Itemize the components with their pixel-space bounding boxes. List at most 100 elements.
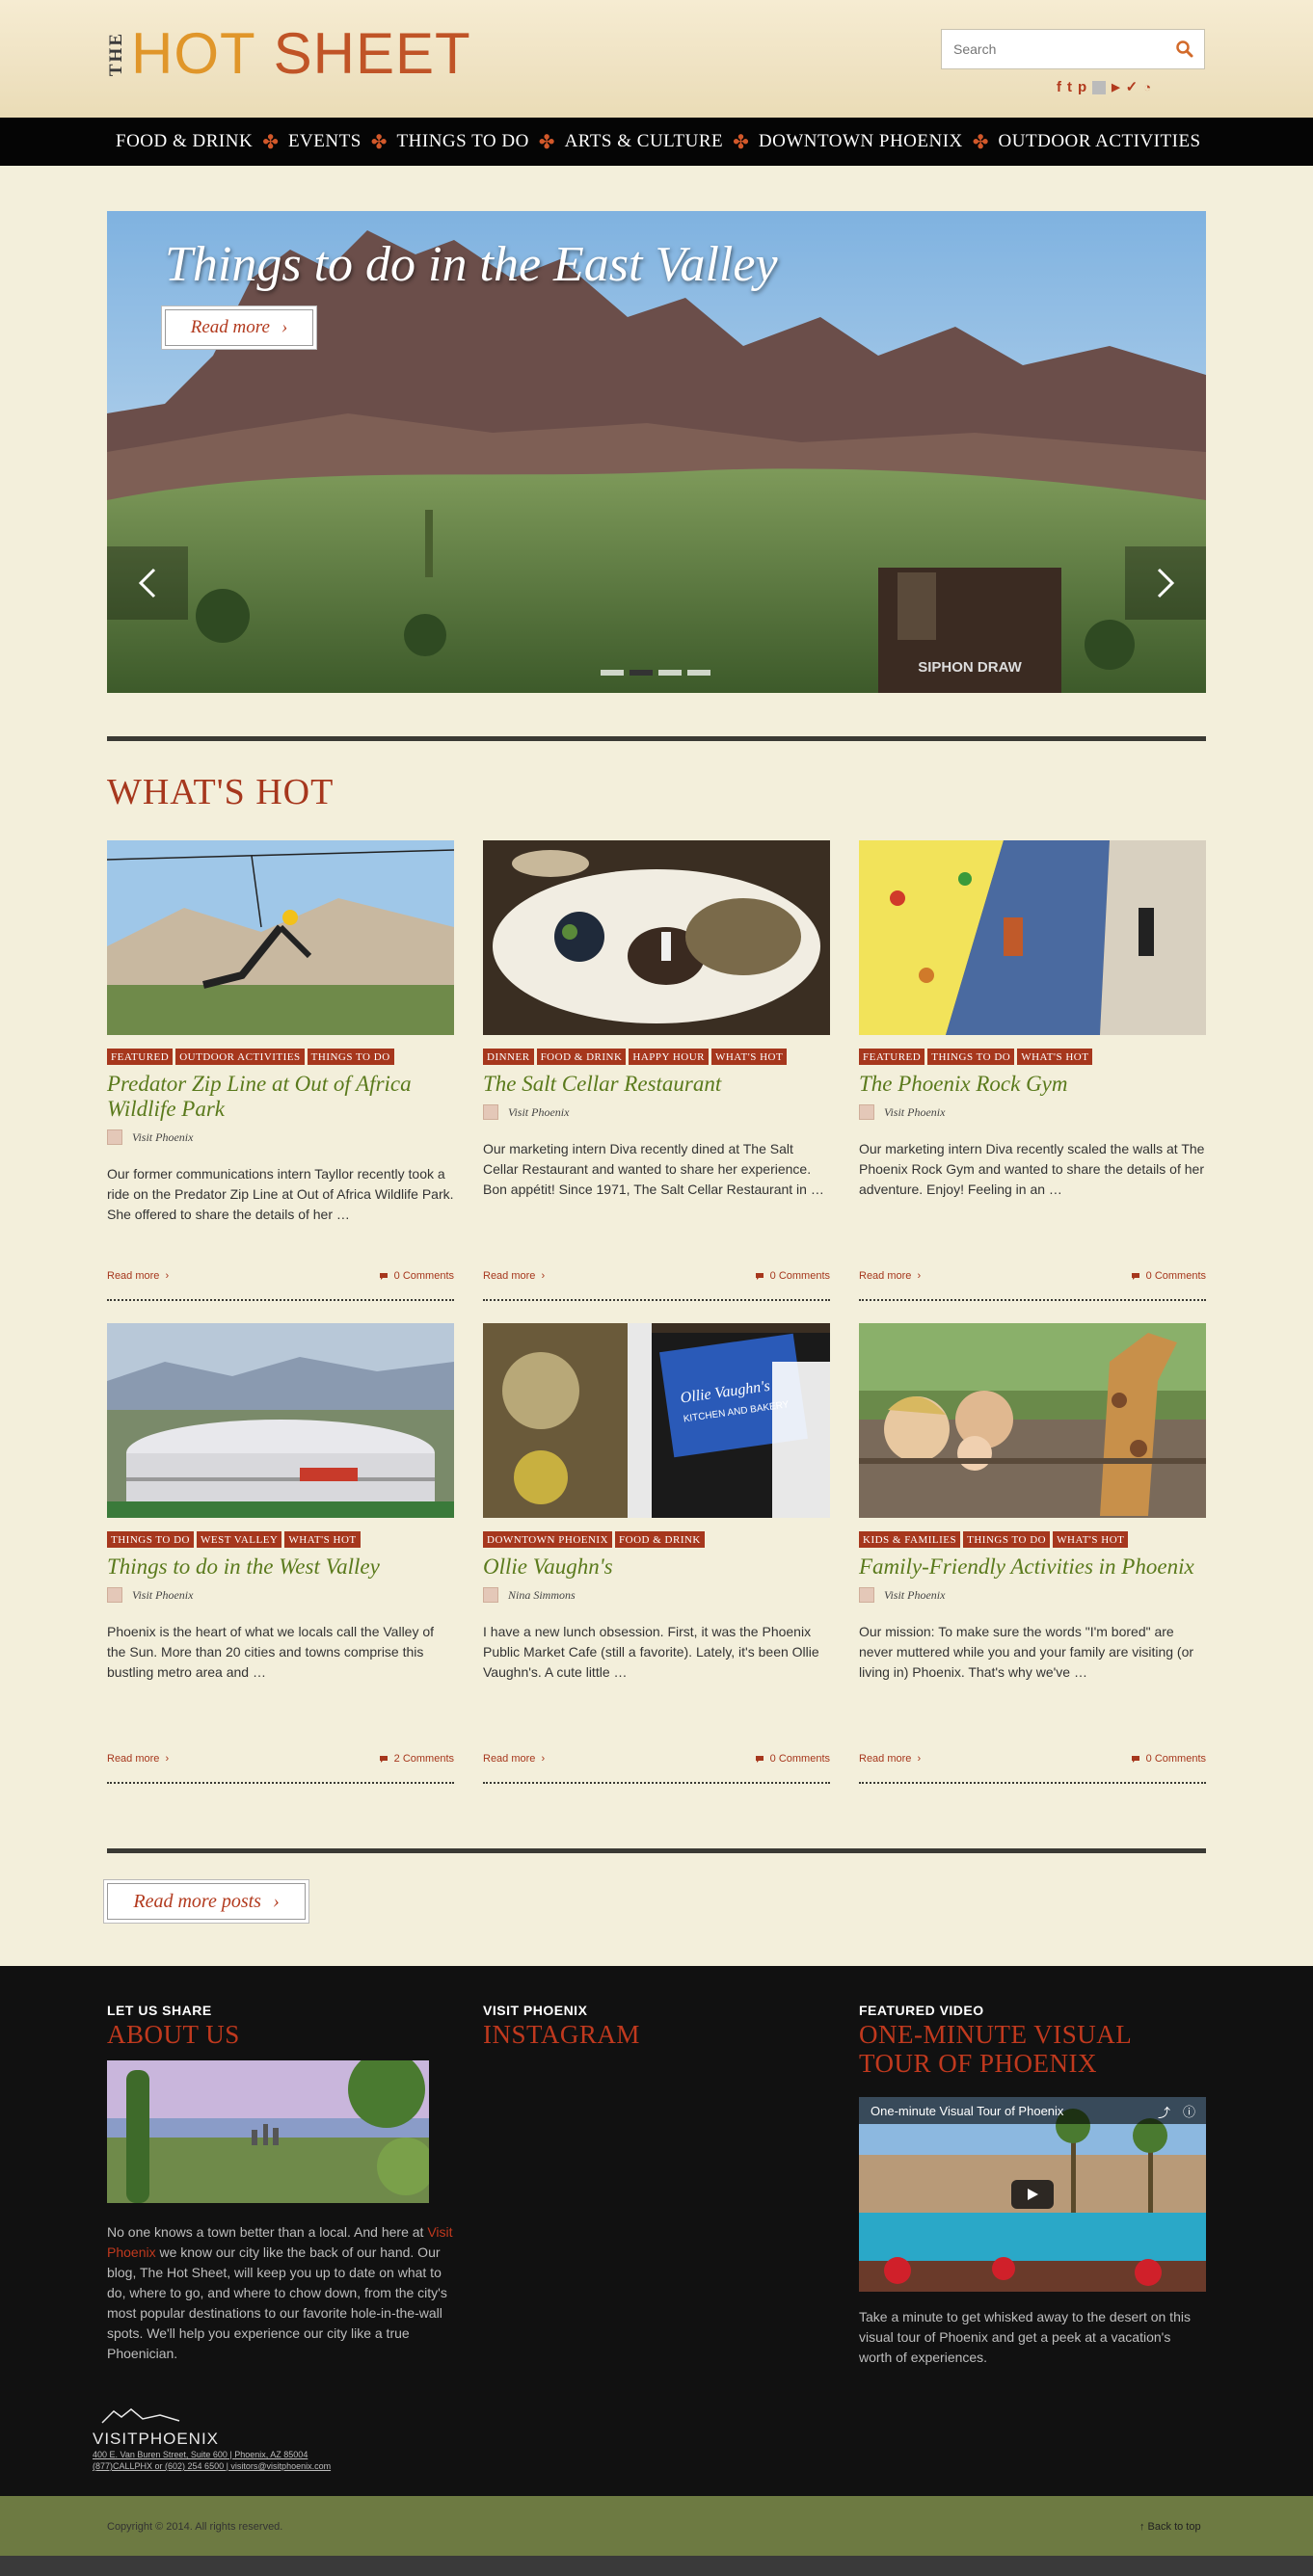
search-icon[interactable] [1166,30,1204,68]
post-tag[interactable]: DINNER [483,1049,534,1065]
hero-read-more-button[interactable]: Read more › [165,309,313,346]
nav-item-outdoor-activities[interactable]: OUTDOOR ACTIVITIES [999,131,1201,152]
post-tag[interactable]: DOWNTOWN PHOENIX [483,1531,613,1548]
comments-count: 2 Comments [393,1753,454,1765]
post-thumbnail[interactable] [859,1323,1206,1518]
video-player[interactable]: One-minute Visual Tour of Phoenix ⤴ ⓘ [859,2097,1206,2292]
post-thumbnail[interactable] [107,840,454,1035]
rss-icon[interactable]: ◔ [1143,79,1151,96]
post-tag[interactable]: THINGS TO DO [927,1049,1015,1065]
post-read-more-link[interactable]: Read more › [107,1270,169,1282]
foursquare-icon[interactable]: ✓ [1126,79,1139,96]
post-comments-link[interactable]: 0 Comments [1131,1270,1206,1282]
slider-dot[interactable] [630,670,653,676]
post-excerpt: I have a new lunch obsession. First, it … [483,1624,819,1680]
twitter-icon[interactable]: t [1067,79,1072,96]
post-read-more-link[interactable]: Read more › [483,1270,545,1282]
read-more-posts-button[interactable]: Read more posts › [107,1883,306,1920]
post-title[interactable]: The Phoenix Rock Gym [859,1072,1206,1097]
nav-item-food-drink[interactable]: FOOD & DRINK [116,131,253,152]
post-excerpt: Our mission: To make sure the words "I'm… [859,1624,1194,1680]
post-author-name[interactable]: Visit Phoenix [508,1105,569,1120]
post-tag[interactable]: WHAT'S HOT [1017,1049,1093,1065]
post-comments-link[interactable]: 0 Comments [1131,1753,1206,1765]
post-tag[interactable]: WHAT'S HOT [284,1531,361,1548]
search-input[interactable] [942,30,1166,68]
hero-slider[interactable]: Things to do in the East Valley Read mor… [107,211,1206,693]
read-more-label: Read more [107,1270,160,1282]
info-icon[interactable]: ⓘ [1183,2102,1195,2120]
divider [107,1848,1206,1853]
post-author-name[interactable]: Visit Phoenix [132,1130,193,1145]
back-to-top-link[interactable]: ↑ Back to top [1139,2521,1201,2533]
post-read-more-link[interactable]: Read more › [483,1753,545,1765]
post-tag[interactable]: FOOD & DRINK [615,1531,705,1548]
post-tag[interactable]: THINGS TO DO [107,1531,194,1548]
nav-separator-icon: ✤ [538,131,555,153]
post-read-more-link[interactable]: Read more › [859,1270,921,1282]
post-read-more-link[interactable]: Read more › [107,1753,169,1765]
post-title[interactable]: Things to do in the West Valley [107,1554,454,1580]
post-tag[interactable]: FEATURED [107,1049,174,1065]
slider-next-button[interactable] [1125,546,1206,620]
share-icon[interactable]: ⤴ [1158,2103,1170,2121]
play-button[interactable] [1011,2180,1054,2209]
post-comments-link[interactable]: 0 Comments [755,1270,830,1282]
post-author-name[interactable]: Visit Phoenix [132,1588,193,1603]
post-title[interactable]: Family-Friendly Activities in Phoenix [859,1554,1206,1580]
post-tag[interactable]: THINGS TO DO [307,1049,394,1065]
post-thumbnail[interactable]: Ollie Vaughn'sKITCHEN AND BAKERY [483,1323,830,1518]
slider-dot[interactable] [687,670,710,676]
instagram-heading: INSTAGRAM [483,2020,640,2049]
site-logo[interactable]: THE HOT SHEET [106,21,471,86]
post-comments-link[interactable]: 0 Comments [379,1270,454,1282]
post-comments-link[interactable]: 2 Comments [379,1753,454,1765]
slider-dot[interactable] [601,670,624,676]
hero-title[interactable]: Things to do in the East Valley [165,236,778,293]
post-card: Ollie Vaughn's KITCHEN AND BAKERY DOWNTOW… [483,1323,830,1784]
post-tag[interactable]: KIDS & FAMILIES [859,1531,961,1548]
comments-count: 0 Comments [1145,1753,1206,1765]
post-title[interactable]: Ollie Vaughn's [483,1554,830,1580]
section-title: WHAT'S HOT [107,772,335,812]
nav-item-arts-culture[interactable]: ARTS & CULTURE [565,131,724,152]
nav-item-things-to-do[interactable]: THINGS TO DO [397,131,529,152]
post-tag[interactable]: OUTDOOR ACTIVITIES [175,1049,305,1065]
post-tag[interactable]: WHAT'S HOT [710,1049,788,1065]
post-tag[interactable]: FEATURED [859,1049,925,1065]
post-read-more-link[interactable]: Read more › [859,1753,921,1765]
post-card: KIDS & FAMILIES THINGS TO DO WHAT'S HOT Fa… [859,1323,1206,1784]
visit-phoenix-logo[interactable]: VISITPHOENIX 400 E. Van Buren Street, Su… [93,2405,331,2472]
post-title[interactable]: Predator Zip Line at Out of Africa Wildl… [107,1072,454,1122]
comment-icon [1131,1755,1139,1763]
page: THE HOT SHEET f t p ▶ ✓ ◔ FOOD & DRINK ✤… [0,0,1313,2576]
pinterest-icon[interactable]: p [1078,79,1086,96]
post-author-name[interactable]: Visit Phoenix [884,1588,945,1603]
flickr-icon[interactable] [1092,81,1107,94]
post-thumbnail[interactable] [107,1323,454,1518]
post-author-name[interactable]: Nina Simmons [508,1588,576,1603]
slider-prev-button[interactable] [107,546,188,620]
nav-item-events[interactable]: EVENTS [288,131,362,152]
slider-dot[interactable] [658,670,682,676]
post-tag[interactable]: THINGS TO DO [963,1531,1051,1548]
post-footer: Read more › 0 Comments [483,1753,830,1765]
youtube-icon[interactable]: ▶ [1112,79,1119,96]
logo-sheet: SHEET [273,21,471,86]
footer-address[interactable]: 400 E. Van Buren Street, Suite 600 | Pho… [93,2449,331,2460]
post-tag[interactable]: FOOD & DRINK [536,1049,627,1065]
post-comments-link[interactable]: 0 Comments [755,1753,830,1765]
post-tag[interactable]: WHAT'S HOT [1053,1531,1129,1548]
footer-contact[interactable]: (877)CALLPHX or (602) 254 6500 | visitor… [93,2460,331,2472]
video-title[interactable]: One-minute Visual Tour of Phoenix [859,2097,1206,2124]
about-text-after: we know our city like the back of our ha… [107,2244,447,2361]
post-tag[interactable]: WEST VALLEY [197,1531,282,1548]
post-thumbnail[interactable] [859,840,1206,1035]
social-links: f t p ▶ ✓ ◔ [1057,79,1151,96]
facebook-icon[interactable]: f [1057,79,1061,96]
nav-item-downtown-phoenix[interactable]: DOWNTOWN PHOENIX [759,131,963,152]
post-thumbnail[interactable] [483,840,830,1035]
post-title[interactable]: The Salt Cellar Restaurant [483,1072,830,1097]
post-tag[interactable]: HAPPY HOUR [629,1049,709,1065]
post-author-name[interactable]: Visit Phoenix [884,1105,945,1120]
